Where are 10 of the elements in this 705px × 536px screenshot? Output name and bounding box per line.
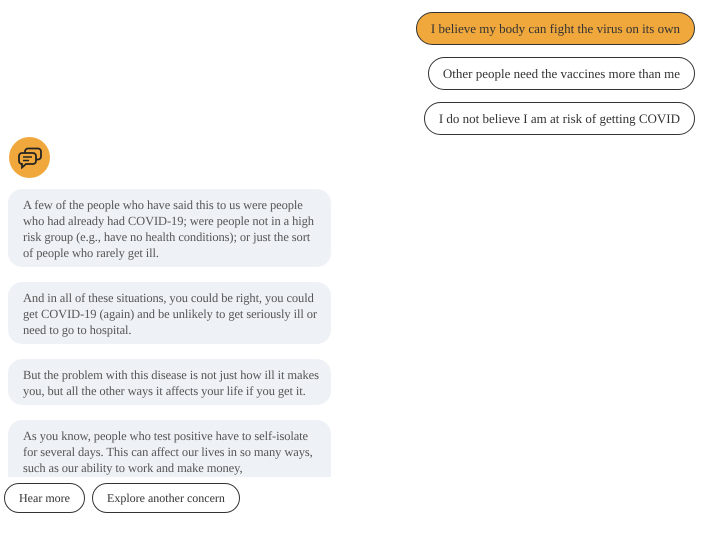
chat-message: A few of the people who have said this to us were people who had already had COVID-19; were people not in a high risk group (e.g., have no health conditions); or just the sort of people who rarely get ill. xyxy=(8,189,331,267)
chat-message: But the problem with this disease is not just how ill it makes you, but all the other ways it affects your life if you get it. xyxy=(8,359,331,405)
answer-option[interactable]: I believe my body can fight the virus on its own xyxy=(416,12,695,45)
action-button[interactable]: Explore another concern xyxy=(92,483,240,513)
answer-option[interactable]: Other people need the vaccines more than me xyxy=(428,57,695,90)
answer-option[interactable]: I do not believe I am at risk of getting COVID xyxy=(424,102,695,135)
chat-message: As you know, people who test positive have to self-isolate for several days. This can affect our lives in so many ways, such as our ability to work and make money, xyxy=(8,420,331,477)
chat-bubbles-icon xyxy=(9,137,50,178)
action-button[interactable]: Hear more xyxy=(4,483,85,513)
chat-message: And in all of these situations, you could be right, you could get COVID-19 (again) and be unlikely to get seriously ill or need to go to hospital. xyxy=(8,282,331,344)
